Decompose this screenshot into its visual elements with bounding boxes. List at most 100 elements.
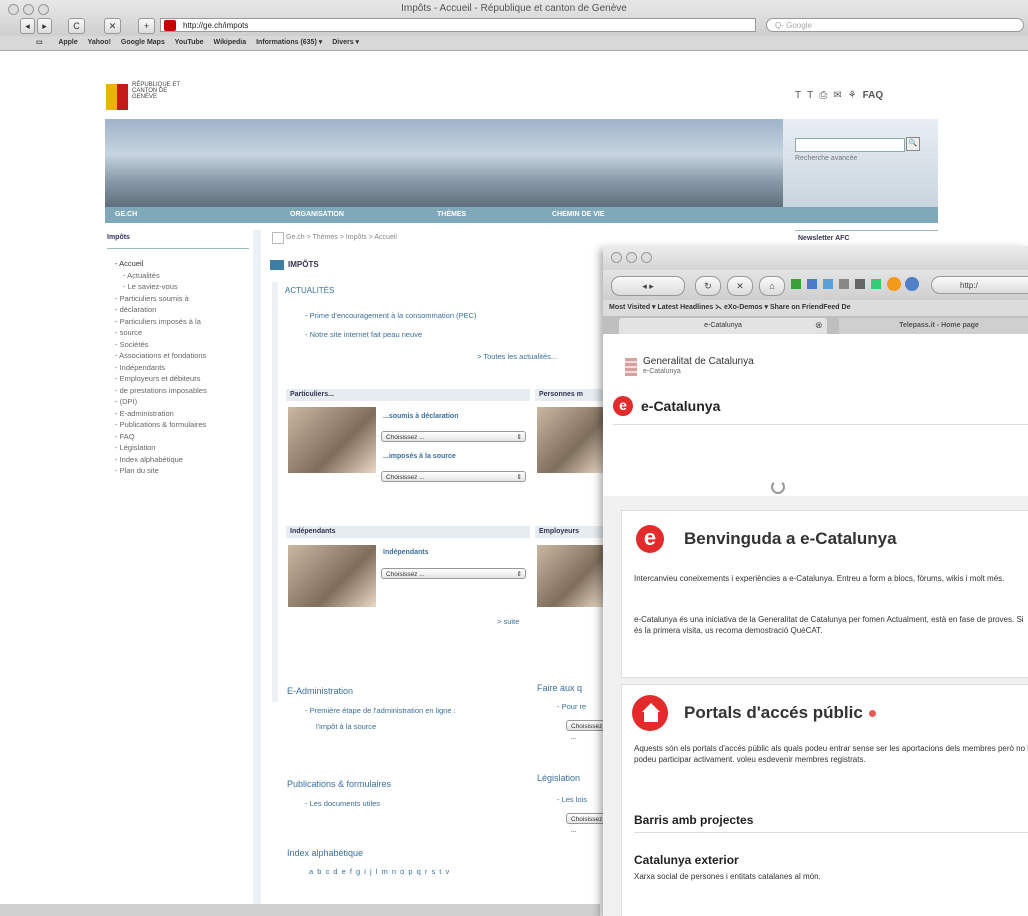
source-link[interactable]: ...imposés à la source bbox=[383, 453, 456, 460]
breadcrumb[interactable]: Ge.ch > Thèmes > Impôts > Accueil bbox=[286, 234, 397, 241]
soumis-select[interactable]: Choisissez ... ⇕ bbox=[381, 431, 526, 442]
close-button[interactable] bbox=[611, 252, 622, 263]
bookmark-item[interactable]: Wikipedia bbox=[214, 39, 247, 46]
back-button[interactable]: ◂ bbox=[20, 18, 35, 34]
back-forward-button[interactable]: ◂ ▸ bbox=[611, 276, 685, 296]
sidebar-item[interactable]: - Employeurs et débiteurs bbox=[109, 373, 259, 385]
legislation-select[interactable]: Choisissez ... bbox=[566, 813, 606, 834]
bookmarks-toolbar[interactable]: Most Visited ▾ Latest Headlines ⋋ eXo-De… bbox=[603, 300, 1028, 316]
index-letters[interactable]: a b c d e f g i j l m n o p q r s t v bbox=[309, 867, 450, 876]
sidebar-item[interactable]: - Particuliers imposés à la bbox=[109, 316, 259, 328]
minimize-button[interactable] bbox=[626, 252, 637, 263]
independants-link[interactable]: Indépendants bbox=[383, 549, 429, 556]
sidebar-item[interactable]: - FAQ bbox=[109, 431, 259, 443]
sidebar-item[interactable]: - Sociétés bbox=[109, 339, 259, 351]
sidebar-item[interactable]: - Actualités bbox=[109, 270, 259, 282]
sidebar-item[interactable]: - Législation bbox=[109, 442, 259, 454]
divider bbox=[795, 230, 938, 231]
newsletter-heading[interactable]: Newsletter AFC bbox=[798, 235, 849, 242]
text-larger-icon[interactable]: T bbox=[807, 90, 813, 101]
sidebar-item[interactable]: - Indépendants bbox=[109, 362, 259, 374]
news-link[interactable]: - Notre site internet fait peau neuve bbox=[305, 330, 422, 339]
email-icon[interactable]: ✉ bbox=[833, 90, 841, 101]
generalitat-subtitle: e-Catalunya bbox=[643, 368, 681, 375]
addon-icon[interactable] bbox=[871, 279, 881, 289]
sidebar-item[interactable]: - Associations et fondations bbox=[109, 350, 259, 362]
documents-link[interactable]: - Les documents utiles bbox=[305, 799, 380, 808]
zoom-button[interactable] bbox=[641, 252, 652, 263]
reload-button[interactable]: C bbox=[68, 18, 85, 34]
addon-icon[interactable] bbox=[807, 279, 817, 289]
bookmark-item[interactable]: Divers ▾ bbox=[332, 39, 359, 46]
sidebar-item[interactable]: - Le saviez-vous bbox=[109, 281, 259, 293]
catalunya-exterior-link[interactable]: Catalunya exterior bbox=[634, 853, 739, 867]
addon-icon[interactable] bbox=[791, 279, 801, 289]
sidebar-heading[interactable]: Impôts bbox=[107, 234, 249, 249]
tab-telepass[interactable]: Telepass.it - Home page bbox=[839, 318, 1028, 334]
sidebar-item[interactable]: - (DPI) bbox=[109, 396, 259, 408]
generalitat-logo-icon[interactable] bbox=[625, 358, 637, 376]
tab-close-icon[interactable]: ⊗ bbox=[815, 320, 823, 331]
sitemap-icon[interactable]: ⚘ bbox=[848, 90, 857, 101]
print-icon[interactable]: ⎙ bbox=[819, 90, 827, 101]
employeurs-heading: Employeurs bbox=[535, 526, 607, 538]
forward-button[interactable]: ▸ bbox=[37, 18, 52, 34]
bookmark-item[interactable]: Google Maps bbox=[121, 39, 165, 46]
bookmark-item[interactable]: Apple bbox=[58, 39, 77, 46]
stop-icon[interactable]: ✕ bbox=[727, 276, 753, 296]
search-icon[interactable]: 🔍 bbox=[906, 137, 920, 151]
rss-icon[interactable] bbox=[887, 277, 901, 291]
reading-list-icon[interactable]: ▭ bbox=[36, 39, 43, 46]
independants-select[interactable]: Choisissez ... ⇕ bbox=[381, 568, 526, 579]
loading-spinner-icon bbox=[771, 480, 785, 494]
lois-link[interactable]: - Les lois bbox=[557, 795, 587, 804]
addon-icon[interactable] bbox=[905, 277, 919, 291]
faq-link[interactable]: - Pour re bbox=[557, 702, 586, 711]
sidebar-item[interactable]: - Publications & formulaires bbox=[109, 419, 259, 431]
url-field[interactable]: http://ge.ch/impots bbox=[160, 18, 756, 32]
source-select[interactable]: Choisissez ... ⇕ bbox=[381, 471, 526, 482]
site-search-input[interactable] bbox=[795, 138, 905, 152]
sidebar-item[interactable]: - Particuliers soumis à bbox=[109, 293, 259, 305]
reload-icon[interactable]: ↻ bbox=[695, 276, 721, 296]
text-smaller-icon[interactable]: T bbox=[795, 90, 801, 101]
nav-gech[interactable]: GE.CH bbox=[115, 207, 137, 223]
soumis-link[interactable]: ...soumis à déclaration bbox=[383, 413, 458, 420]
faq-select[interactable]: Choisissez ... bbox=[566, 720, 606, 741]
e-catalunya-logo-icon[interactable]: e bbox=[613, 396, 633, 416]
sidebar-item[interactable]: - source bbox=[109, 327, 259, 339]
addon-icon[interactable] bbox=[823, 279, 833, 289]
suite-link[interactable]: > suite bbox=[497, 617, 519, 626]
sidebar-item[interactable]: - Index alphabétique bbox=[109, 454, 259, 466]
generalitat-title[interactable]: Generalitat de Catalunya bbox=[643, 356, 754, 367]
site-title[interactable]: e-Catalunya bbox=[641, 398, 720, 414]
eadmin-link[interactable]: - Première étape de l'administration en … bbox=[305, 706, 456, 715]
addon-icon[interactable] bbox=[855, 279, 865, 289]
faq-link[interactable]: FAQ bbox=[863, 90, 884, 101]
url-field[interactable]: http:/ bbox=[931, 276, 1028, 294]
home-icon[interactable]: ⌂ bbox=[759, 276, 785, 296]
search-field[interactable]: Q- Google bbox=[766, 18, 1024, 32]
sidebar-item[interactable]: - Accueil bbox=[109, 258, 259, 270]
bookmark-item[interactable]: Informations (635) ▾ bbox=[256, 39, 322, 46]
help-icon[interactable] bbox=[868, 710, 876, 718]
bookmark-item[interactable]: YouTube bbox=[175, 39, 204, 46]
barris-link[interactable]: Barris amb projectes bbox=[634, 813, 753, 827]
geneva-coat-of-arms-icon[interactable] bbox=[106, 84, 128, 110]
eadmin-link-line-2[interactable]: l'impôt à la source bbox=[316, 722, 376, 731]
nav-themes[interactable]: THÈMES bbox=[437, 207, 466, 223]
stop-button[interactable]: ✕ bbox=[104, 18, 121, 34]
advanced-search-link[interactable]: Recherche avancée bbox=[795, 155, 857, 162]
sidebar-item[interactable]: - Plan du site bbox=[109, 465, 259, 477]
sidebar-item[interactable]: - déclaration bbox=[109, 304, 259, 316]
nav-chemin-de-vie[interactable]: CHEMIN DE VIE bbox=[552, 207, 605, 223]
addon-icon[interactable] bbox=[839, 279, 849, 289]
tab-e-catalunya[interactable]: e-Catalunya bbox=[619, 318, 827, 334]
sidebar-item[interactable]: - E-administration bbox=[109, 408, 259, 420]
add-bookmark-button[interactable]: + bbox=[138, 18, 155, 34]
all-news-link[interactable]: > Toutes les actualités... bbox=[477, 352, 557, 361]
nav-organisation[interactable]: ORGANISATION bbox=[290, 207, 344, 223]
bookmark-item[interactable]: Yahoo! bbox=[88, 39, 111, 46]
sidebar-item[interactable]: - de prestations imposables bbox=[109, 385, 259, 397]
news-link[interactable]: - Prime d'encouragement à la consommatio… bbox=[305, 311, 477, 320]
